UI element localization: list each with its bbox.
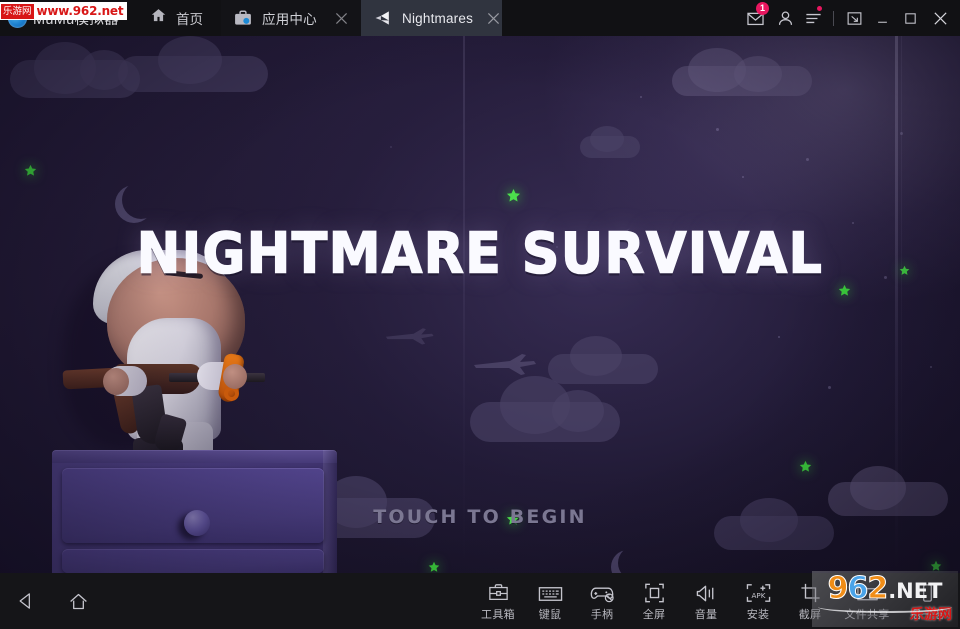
gamepad-icon [590,581,615,603]
tool-install-apk[interactable]: APK 安装 [732,573,784,629]
tool-keyboard-mouse-label: 键鼠 [539,606,562,622]
tab-app-center-close-icon[interactable] [330,7,352,29]
tool-keyboard-mouse[interactable]: 键鼠 [524,573,576,629]
messages-button[interactable]: 1 [739,0,771,36]
tool-shake[interactable]: 摇一摇 [898,573,956,629]
airplane-silhouette [470,351,538,382]
green-star [24,164,37,177]
green-star [428,561,440,573]
touch-to-begin-prompt[interactable]: TOUCH TO BEGIN [0,506,960,528]
green-star [799,460,812,473]
app-center-icon [233,8,253,28]
airplane-silhouette [382,326,436,351]
minimize-button[interactable] [868,0,896,36]
tool-shake-label: 摇一摇 [910,606,944,622]
unity-icon [373,8,393,28]
watermark-url: www.962.net [37,4,124,18]
account-button[interactable] [771,0,799,36]
watermark-badge: 乐游网 [1,4,34,19]
menu-badge-dot [817,6,822,11]
tool-screenshot[interactable]: 截屏 [784,573,836,629]
tab-app-center[interactable]: 应用中心 [221,0,361,36]
maximize-button[interactable] [896,0,924,36]
android-back-button[interactable] [0,573,52,629]
system-icon-group: 1 [739,0,960,36]
tool-toolbox[interactable]: 工具箱 [472,573,524,629]
tool-gamepad-label: 手柄 [591,606,614,622]
messages-badge: 1 [756,2,769,15]
android-home-button[interactable] [52,573,104,629]
tool-install-apk-label: 安装 [747,606,770,622]
tool-file-share[interactable]: 文件共享 [836,573,898,629]
toolbox-icon [487,581,510,603]
tool-gamepad[interactable]: 手柄 [576,573,628,629]
tab-nightmares[interactable]: Nightmares [361,0,502,36]
menu-button[interactable] [799,0,827,36]
nav-home-label: 首页 [176,8,203,28]
dresser-top [52,450,337,463]
screenshot-icon [800,581,821,603]
tab-strip: 应用中心 Nightmares [221,0,502,36]
home-icon [150,7,167,29]
fullscreen-icon [644,581,665,603]
svg-text:APK: APK [751,590,765,599]
resize-button[interactable] [840,0,868,36]
green-star [930,560,942,572]
tab-nightmares-close-icon[interactable] [482,7,504,29]
tool-volume-label: 音量 [695,606,718,622]
tool-toolbox-label: 工具箱 [481,606,515,622]
crescent-moon [122,181,160,219]
nav-home-button[interactable]: 首页 [140,0,221,36]
shake-icon [917,581,938,603]
crescent-moon [618,546,652,573]
emulator-game-screen[interactable]: NIGHTMARE SURVIVAL TOUCH TO BEGIN [0,36,960,573]
tool-screenshot-label: 截屏 [799,606,822,622]
keyboard-icon [538,581,563,603]
character-right-hand [223,364,247,389]
tool-file-share-label: 文件共享 [844,606,889,622]
dresser-drawer [62,549,324,573]
apk-install-icon: APK [746,581,771,603]
tool-volume[interactable]: 音量 [680,573,732,629]
tool-fullscreen-label: 全屏 [643,606,666,622]
watermark-top-left: 乐游网 www.962.net [0,2,127,20]
close-button[interactable] [924,0,956,36]
light-streak [463,36,465,573]
titlebar-spacer [502,0,739,36]
tool-button-group: 工具箱 键鼠 手柄 [472,573,960,629]
titlebar: MuMu模拟器 首页 应用中心 [0,0,960,36]
tab-app-center-label: 应用中心 [262,8,321,28]
tab-nightmares-label: Nightmares [402,11,473,26]
volume-icon [695,581,718,603]
character-left-hand [103,368,129,395]
game-title: NIGHTMARE SURVIVAL [0,222,960,287]
green-star [506,188,521,203]
tool-fullscreen[interactable]: 全屏 [628,573,680,629]
emulator-bottom-toolbar: 工具箱 键鼠 手柄 [0,573,960,629]
file-share-icon [856,581,879,603]
titlebar-divider [833,11,834,26]
